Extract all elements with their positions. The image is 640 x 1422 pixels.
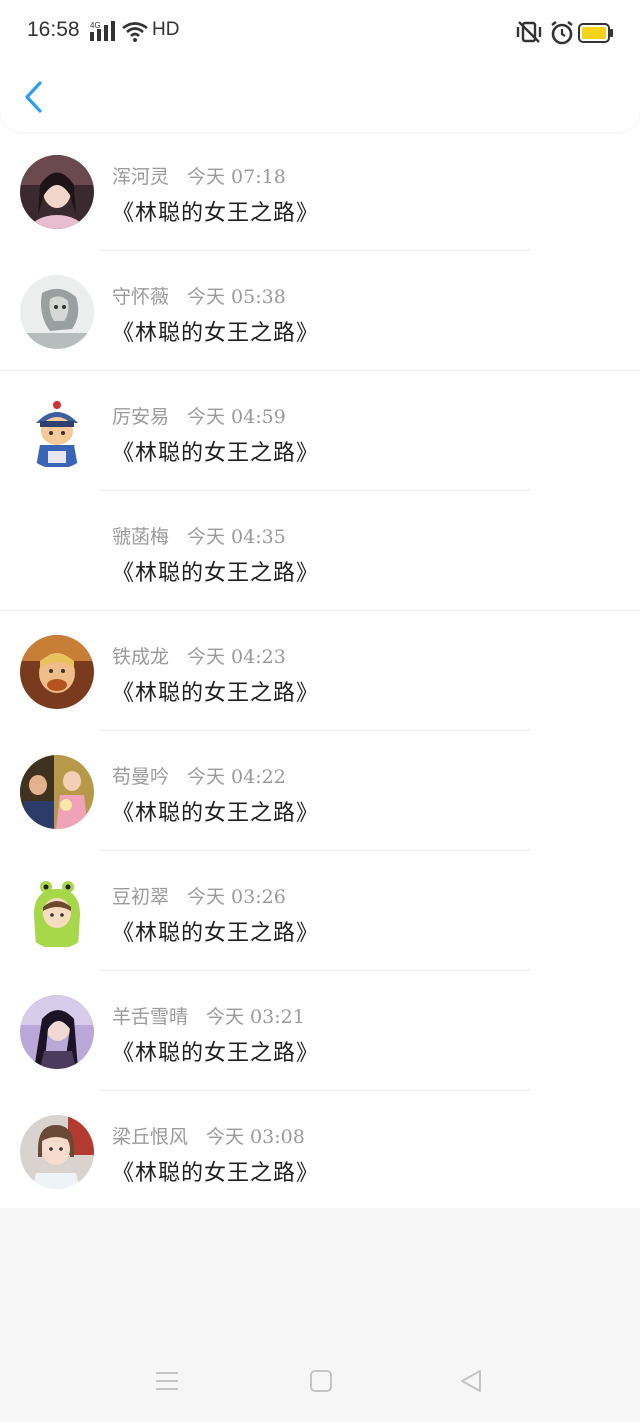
book-title: 《林聪的女王之路》 (112, 1161, 320, 1186)
avatar[interactable] (20, 995, 94, 1069)
post-time: 今天 04:59 (187, 406, 286, 428)
row-divider (100, 730, 530, 731)
post-time: 今天 03:21 (206, 1006, 305, 1028)
book-title: 《林聪的女王之路》 (112, 801, 320, 826)
post-time: 今天 03:26 (187, 886, 286, 908)
post-time: 今天 07:18 (187, 166, 286, 188)
list-item[interactable]: 厉安易 今天 04:59 《林聪的女王之路》 (0, 380, 640, 499)
item-meta: 豆初翠 今天 03:26 (112, 882, 286, 909)
user-name: 豆初翠 (112, 886, 170, 908)
book-title: 《林聪的女王之路》 (112, 441, 320, 466)
user-name: 羊舌雪晴 (112, 1006, 189, 1028)
book-title: 《林聪的女王之路》 (112, 681, 320, 706)
avatar[interactable] (20, 275, 94, 349)
list-item[interactable]: 浑河灵 今天 07:18 《林聪的女王之路》 (0, 140, 640, 259)
item-meta: 守怀薇 今天 05:38 (112, 282, 286, 309)
list-item[interactable]: 虢菡梅 今天 04:35 《林聪的女王之路》 (0, 500, 640, 619)
row-divider (100, 850, 530, 851)
item-meta: 梁丘恨风 今天 03:08 (112, 1122, 305, 1149)
vibrate-mute-icon (515, 20, 543, 48)
alarm-icon (549, 20, 575, 50)
user-name: 铁成龙 (112, 646, 170, 668)
avatar[interactable] (20, 875, 94, 949)
item-meta: 虢菡梅 今天 04:35 (112, 522, 286, 549)
list-item[interactable]: 守怀薇 今天 05:38 《林聪的女王之路》 (0, 260, 640, 379)
network-label: 4G (90, 21, 101, 30)
user-name: 虢菡梅 (112, 526, 170, 548)
menu-icon (156, 1372, 178, 1390)
avatar[interactable] (20, 1115, 94, 1189)
book-title: 《林聪的女王之路》 (112, 1041, 320, 1066)
post-time: 今天 04:35 (187, 526, 286, 548)
comment-list: 浑河灵 今天 07:18 《林聪的女王之路》 守怀薇 今天 05:38 《林聪的女王… (0, 115, 640, 1208)
post-time: 今天 04:23 (187, 646, 286, 668)
battery-icon (578, 22, 614, 48)
menu-button[interactable] (154, 1368, 180, 1398)
item-meta: 羊舌雪晴 今天 03:21 (112, 1002, 305, 1029)
user-name: 浑河灵 (112, 166, 170, 188)
row-divider (0, 370, 640, 371)
hd-label: HD (152, 19, 180, 40)
user-name: 守怀薇 (112, 286, 170, 308)
post-time: 今天 05:38 (187, 286, 286, 308)
book-title: 《林聪的女王之路》 (112, 321, 320, 346)
post-time: 今天 03:08 (206, 1126, 305, 1148)
item-meta: 苟曼吟 今天 04:22 (112, 762, 286, 789)
row-divider (100, 490, 530, 491)
user-name: 苟曼吟 (112, 766, 170, 788)
book-title: 《林聪的女王之路》 (112, 561, 320, 586)
user-name: 厉安易 (112, 406, 170, 428)
status-time: 16:58 (27, 18, 80, 41)
row-divider (0, 610, 640, 611)
list-item[interactable]: 铁成龙 今天 04:23 《林聪的女王之路》 (0, 620, 640, 739)
book-title: 《林聪的女王之路》 (112, 921, 320, 946)
nav-back-button[interactable] (458, 1368, 484, 1398)
book-title: 《林聪的女王之路》 (112, 201, 320, 226)
row-divider (100, 1090, 530, 1091)
list-item[interactable]: 豆初翠 今天 03:26 《林聪的女王之路》 (0, 860, 640, 979)
avatar[interactable] (20, 635, 94, 709)
row-divider (100, 250, 530, 251)
user-name: 梁丘恨风 (112, 1126, 189, 1148)
system-nav-bar (0, 1350, 640, 1422)
row-divider (100, 970, 530, 971)
back-triangle-icon (461, 1370, 481, 1392)
home-button[interactable] (308, 1368, 334, 1398)
avatar[interactable] (20, 395, 94, 469)
list-item[interactable]: 苟曼吟 今天 04:22 《林聪的女王之路》 (0, 740, 640, 859)
home-icon (310, 1370, 332, 1392)
list-item[interactable]: 梁丘恨风 今天 03:08 《林聪的女王之路》 (0, 1100, 640, 1219)
chevron-left-icon (25, 81, 42, 113)
post-time: 今天 04:22 (187, 766, 286, 788)
status-bar: 16:58 4G HD (0, 14, 640, 52)
back-button[interactable] (20, 78, 50, 118)
item-meta: 厉安易 今天 04:59 (112, 402, 286, 429)
wifi-icon (122, 22, 148, 46)
avatar[interactable] (20, 155, 94, 229)
list-item[interactable]: 羊舌雪晴 今天 03:21 《林聪的女王之路》 (0, 980, 640, 1099)
avatar[interactable] (20, 755, 94, 829)
item-meta: 铁成龙 今天 04:23 (112, 642, 286, 669)
top-bar: 16:58 4G HD (0, 0, 640, 132)
item-meta: 浑河灵 今天 07:18 (112, 162, 286, 189)
cellular-signal-icon: 4G (90, 20, 118, 46)
